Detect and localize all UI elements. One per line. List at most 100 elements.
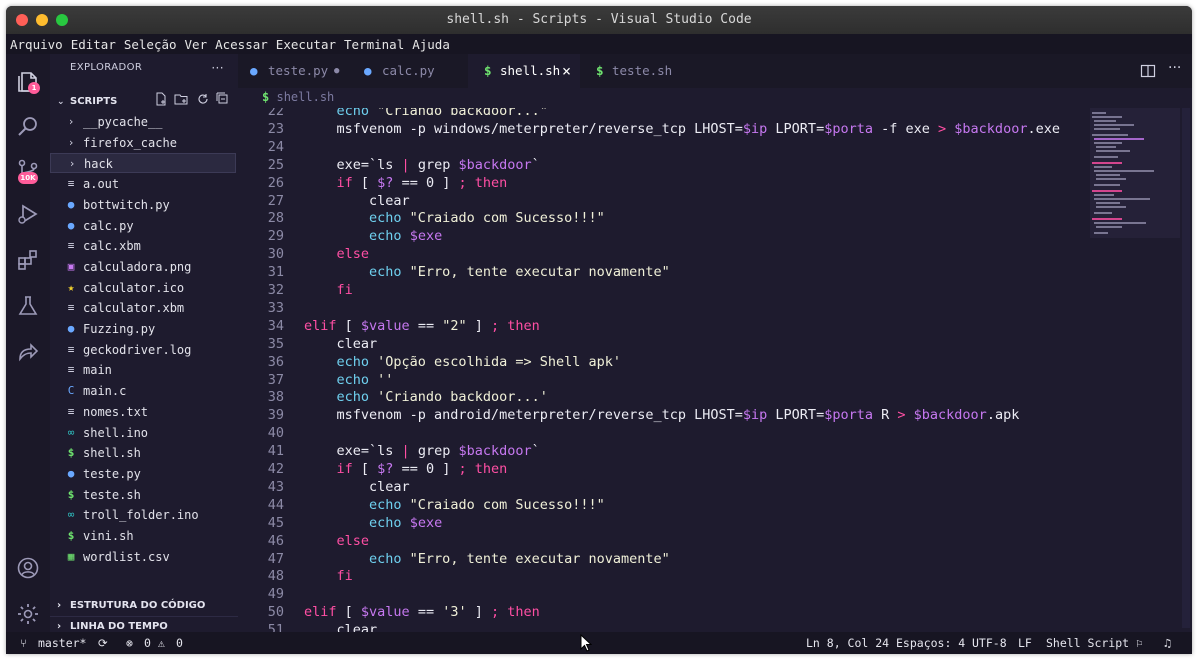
tab-teste-sh[interactable]: $ teste.sh bbox=[580, 54, 692, 88]
code-token: ; bbox=[490, 317, 500, 334]
file-item[interactable]: ● teste.py bbox=[50, 464, 236, 484]
file-item[interactable]: ≡ main bbox=[50, 360, 236, 380]
file-name: teste.py bbox=[83, 466, 141, 481]
menu-item-seleção[interactable]: Seleção bbox=[120, 34, 181, 52]
line-number: 23 bbox=[267, 120, 284, 137]
feedback-icon[interactable]: ⚐ bbox=[1136, 632, 1143, 654]
indentation[interactable]: Espaços: 4 bbox=[896, 632, 965, 654]
settings-gear-icon[interactable] bbox=[16, 602, 40, 626]
menu-item-acessar[interactable]: Acessar bbox=[211, 34, 272, 52]
minimap[interactable] bbox=[1090, 108, 1180, 628]
warning-count[interactable]: 0 bbox=[176, 632, 183, 654]
file-item[interactable]: ≡ calculator.xbm bbox=[50, 298, 236, 318]
file-item[interactable]: ≡ calc.xbm bbox=[50, 236, 236, 256]
remote-share-icon[interactable] bbox=[16, 340, 40, 364]
collapse-all-icon[interactable] bbox=[216, 92, 230, 114]
search-icon[interactable] bbox=[16, 114, 40, 138]
run-debug-icon[interactable] bbox=[16, 202, 40, 226]
folder-chevron-icon: › bbox=[67, 135, 75, 149]
branch-icon[interactable]: ⑂ bbox=[20, 632, 27, 654]
code-token: [ bbox=[336, 317, 361, 334]
file-name: troll_folder.ino bbox=[83, 508, 199, 523]
file-item[interactable]: $ vini.sh bbox=[50, 526, 236, 546]
file-item[interactable]: $ shell.sh bbox=[50, 443, 236, 463]
menu-item-editar[interactable]: Editar bbox=[67, 34, 120, 52]
file-item[interactable]: ≡ geckodriver.log bbox=[50, 340, 236, 360]
file-item[interactable]: ∞ troll_folder.ino bbox=[50, 505, 236, 525]
file-item[interactable]: ▦ wordlist.csv bbox=[50, 547, 236, 567]
close-tab-icon[interactable]: × bbox=[562, 54, 571, 88]
warning-icon[interactable]: ⚠ bbox=[158, 632, 165, 654]
error-icon[interactable]: ⊗ bbox=[126, 632, 133, 654]
code-token: echo bbox=[304, 108, 378, 119]
explorer-icon[interactable]: 1 bbox=[16, 70, 40, 94]
more-actions-icon[interactable]: ··· bbox=[211, 54, 224, 82]
folder-header[interactable]: ⌄ SCRIPTS bbox=[50, 92, 238, 112]
menu-item-ajuda[interactable]: Ajuda bbox=[408, 34, 454, 52]
explorer-title: EXPLORADOR bbox=[70, 62, 143, 73]
tab-shell-sh[interactable]: $ shell.sh × bbox=[468, 54, 580, 88]
folder-item[interactable]: › hack bbox=[50, 153, 236, 174]
code-text: clear bbox=[304, 192, 410, 210]
testing-flask-icon[interactable] bbox=[16, 294, 40, 318]
code-token: then bbox=[507, 604, 540, 621]
file-item[interactable]: ● bottwitch.py bbox=[50, 195, 236, 215]
end-of-line[interactable]: LF bbox=[1018, 632, 1032, 654]
vertical-scrollbar[interactable] bbox=[1182, 108, 1190, 628]
file-item[interactable]: ▣ calculadora.png bbox=[50, 257, 236, 277]
code-editor[interactable]: 22 echo "Criando backdoor..." 23 msfvenom… bbox=[238, 108, 1088, 632]
refresh-icon[interactable] bbox=[196, 92, 210, 114]
folder-chevron-icon: › bbox=[68, 157, 76, 171]
code-token: ; bbox=[458, 461, 467, 477]
extensions-icon[interactable] bbox=[16, 248, 40, 272]
folder-item[interactable]: › firefox_cache bbox=[50, 133, 236, 153]
menu-item-ver[interactable]: Ver bbox=[181, 34, 212, 52]
file-item[interactable]: ∞ shell.ino bbox=[50, 423, 236, 443]
encoding[interactable]: UTF-8 bbox=[972, 632, 1007, 654]
code-text: echo $exe bbox=[304, 227, 442, 245]
explorer-badge: 1 bbox=[28, 82, 40, 94]
language-mode[interactable]: Shell Script bbox=[1046, 632, 1129, 654]
code-token: echo bbox=[369, 550, 402, 567]
code-token: LPORT= bbox=[767, 407, 825, 424]
sync-icon[interactable]: ⟳ bbox=[98, 632, 108, 654]
file-item[interactable]: ≡ nomes.txt bbox=[50, 402, 236, 422]
code-token: == 0 ] bbox=[393, 461, 459, 477]
tab-teste-py[interactable]: ● teste.py ● bbox=[238, 54, 350, 88]
code-token: | bbox=[401, 443, 410, 460]
account-icon[interactable] bbox=[16, 556, 40, 580]
menu-item-executar[interactable]: Executar bbox=[272, 34, 340, 52]
file-item[interactable]: ★ calculator.ico bbox=[50, 278, 236, 298]
tab-calc-py[interactable]: ● calc.py bbox=[350, 54, 468, 88]
code-token: $ip bbox=[742, 120, 768, 137]
breadcrumb[interactable]: $ shell.sh bbox=[262, 90, 334, 104]
line-number: 32 bbox=[267, 282, 284, 298]
code-token: echo bbox=[369, 514, 402, 531]
new-folder-icon[interactable] bbox=[174, 92, 189, 114]
split-editor-icon[interactable] bbox=[1140, 63, 1156, 83]
code-token: ] bbox=[466, 604, 491, 621]
code-token: then bbox=[474, 174, 508, 191]
new-file-icon[interactable] bbox=[154, 92, 168, 114]
file-item[interactable]: $ teste.sh bbox=[50, 485, 236, 505]
file-item[interactable]: ● Fuzzing.py bbox=[50, 319, 236, 339]
notifications-bell-icon[interactable]: ♫ bbox=[1164, 632, 1171, 654]
source-control-icon[interactable]: 10K bbox=[16, 158, 40, 184]
error-count[interactable]: 0 bbox=[144, 632, 151, 654]
file-item[interactable]: Cmain.c bbox=[50, 381, 236, 401]
menu-item-terminal[interactable]: Terminal bbox=[340, 34, 408, 52]
code-token: $backdoor bbox=[954, 120, 1028, 137]
file-item[interactable]: ≡ a.out bbox=[50, 174, 236, 194]
title-bar: shell.sh - Scripts - Visual Studio Code bbox=[6, 6, 1192, 34]
file-item[interactable]: ● calc.py bbox=[50, 216, 236, 236]
outline-section[interactable]: › ESTRUTURA DO CÓDIGO bbox=[50, 596, 238, 616]
code-token: fi bbox=[336, 282, 353, 298]
folder-item[interactable]: › __pycache__ bbox=[50, 112, 236, 132]
menu-item-arquivo[interactable]: Arquivo bbox=[6, 34, 67, 52]
branch-name[interactable]: master* bbox=[38, 632, 86, 654]
more-actions-icon[interactable]: ··· bbox=[1168, 60, 1181, 76]
cursor-position[interactable]: Ln 8, Col 24 bbox=[806, 632, 889, 654]
